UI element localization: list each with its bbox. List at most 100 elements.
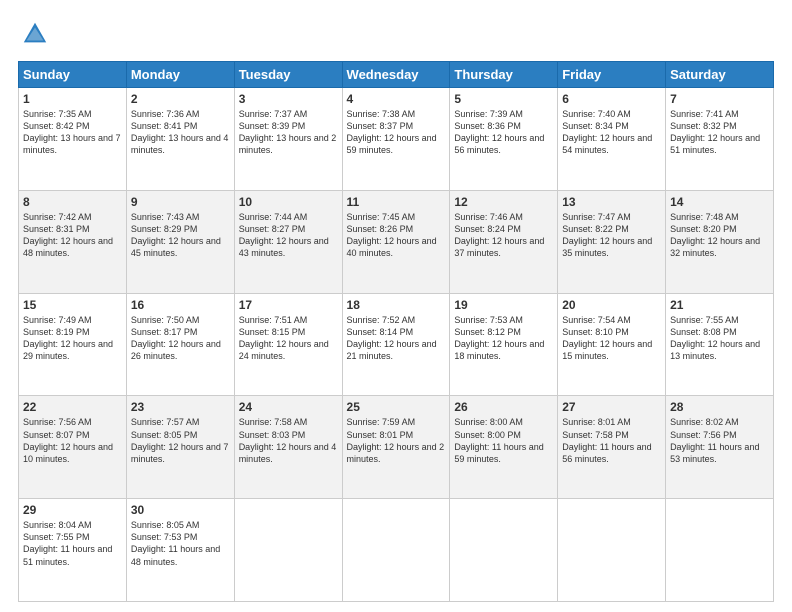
- calendar-cell: 7 Sunrise: 7:41 AM Sunset: 8:32 PM Dayli…: [666, 88, 774, 191]
- day-number: 4: [347, 92, 446, 106]
- calendar-cell: 5 Sunrise: 7:39 AM Sunset: 8:36 PM Dayli…: [450, 88, 558, 191]
- day-info: Sunrise: 7:42 AM Sunset: 8:31 PM Dayligh…: [23, 211, 122, 260]
- calendar-cell: 15 Sunrise: 7:49 AM Sunset: 8:19 PM Dayl…: [19, 293, 127, 396]
- calendar-cell: 30 Sunrise: 8:05 AM Sunset: 7:53 PM Dayl…: [126, 499, 234, 602]
- col-wednesday: Wednesday: [342, 62, 450, 88]
- day-info: Sunrise: 7:57 AM Sunset: 8:05 PM Dayligh…: [131, 416, 230, 465]
- calendar-cell: 14 Sunrise: 7:48 AM Sunset: 8:20 PM Dayl…: [666, 190, 774, 293]
- day-number: 30: [131, 503, 230, 517]
- col-friday: Friday: [558, 62, 666, 88]
- col-thursday: Thursday: [450, 62, 558, 88]
- calendar-cell: 2 Sunrise: 7:36 AM Sunset: 8:41 PM Dayli…: [126, 88, 234, 191]
- day-number: 7: [670, 92, 769, 106]
- day-number: 2: [131, 92, 230, 106]
- day-number: 21: [670, 298, 769, 312]
- day-number: 18: [347, 298, 446, 312]
- day-number: 9: [131, 195, 230, 209]
- day-info: Sunrise: 7:38 AM Sunset: 8:37 PM Dayligh…: [347, 108, 446, 157]
- calendar-cell: 27 Sunrise: 8:01 AM Sunset: 7:58 PM Dayl…: [558, 396, 666, 499]
- header: [18, 16, 774, 53]
- calendar-header-row: Sunday Monday Tuesday Wednesday Thursday…: [19, 62, 774, 88]
- calendar-cell: 1 Sunrise: 7:35 AM Sunset: 8:42 PM Dayli…: [19, 88, 127, 191]
- day-info: Sunrise: 7:47 AM Sunset: 8:22 PM Dayligh…: [562, 211, 661, 260]
- day-info: Sunrise: 7:52 AM Sunset: 8:14 PM Dayligh…: [347, 314, 446, 363]
- col-monday: Monday: [126, 62, 234, 88]
- day-info: Sunrise: 8:01 AM Sunset: 7:58 PM Dayligh…: [562, 416, 661, 465]
- day-number: 22: [23, 400, 122, 414]
- day-info: Sunrise: 7:49 AM Sunset: 8:19 PM Dayligh…: [23, 314, 122, 363]
- day-info: Sunrise: 7:58 AM Sunset: 8:03 PM Dayligh…: [239, 416, 338, 465]
- calendar-cell: [666, 499, 774, 602]
- calendar-cell: 24 Sunrise: 7:58 AM Sunset: 8:03 PM Dayl…: [234, 396, 342, 499]
- calendar-week-row: 8 Sunrise: 7:42 AM Sunset: 8:31 PM Dayli…: [19, 190, 774, 293]
- day-number: 15: [23, 298, 122, 312]
- day-number: 14: [670, 195, 769, 209]
- day-number: 20: [562, 298, 661, 312]
- day-info: Sunrise: 7:37 AM Sunset: 8:39 PM Dayligh…: [239, 108, 338, 157]
- day-number: 1: [23, 92, 122, 106]
- day-info: Sunrise: 7:43 AM Sunset: 8:29 PM Dayligh…: [131, 211, 230, 260]
- calendar-week-row: 15 Sunrise: 7:49 AM Sunset: 8:19 PM Dayl…: [19, 293, 774, 396]
- day-info: Sunrise: 7:54 AM Sunset: 8:10 PM Dayligh…: [562, 314, 661, 363]
- day-info: Sunrise: 7:36 AM Sunset: 8:41 PM Dayligh…: [131, 108, 230, 157]
- calendar-cell: 4 Sunrise: 7:38 AM Sunset: 8:37 PM Dayli…: [342, 88, 450, 191]
- day-number: 24: [239, 400, 338, 414]
- day-info: Sunrise: 7:48 AM Sunset: 8:20 PM Dayligh…: [670, 211, 769, 260]
- calendar-week-row: 1 Sunrise: 7:35 AM Sunset: 8:42 PM Dayli…: [19, 88, 774, 191]
- calendar-cell: 22 Sunrise: 7:56 AM Sunset: 8:07 PM Dayl…: [19, 396, 127, 499]
- logo-icon: [21, 20, 49, 48]
- day-info: Sunrise: 8:00 AM Sunset: 8:00 PM Dayligh…: [454, 416, 553, 465]
- day-info: Sunrise: 7:39 AM Sunset: 8:36 PM Dayligh…: [454, 108, 553, 157]
- calendar-cell: [450, 499, 558, 602]
- calendar-cell: 20 Sunrise: 7:54 AM Sunset: 8:10 PM Dayl…: [558, 293, 666, 396]
- day-number: 13: [562, 195, 661, 209]
- calendar-cell: 21 Sunrise: 7:55 AM Sunset: 8:08 PM Dayl…: [666, 293, 774, 396]
- day-info: Sunrise: 7:35 AM Sunset: 8:42 PM Dayligh…: [23, 108, 122, 157]
- calendar-cell: 28 Sunrise: 8:02 AM Sunset: 7:56 PM Dayl…: [666, 396, 774, 499]
- day-number: 10: [239, 195, 338, 209]
- day-number: 8: [23, 195, 122, 209]
- calendar-cell: 6 Sunrise: 7:40 AM Sunset: 8:34 PM Dayli…: [558, 88, 666, 191]
- calendar-cell: 17 Sunrise: 7:51 AM Sunset: 8:15 PM Dayl…: [234, 293, 342, 396]
- calendar-cell: 26 Sunrise: 8:00 AM Sunset: 8:00 PM Dayl…: [450, 396, 558, 499]
- day-number: 16: [131, 298, 230, 312]
- day-number: 5: [454, 92, 553, 106]
- day-info: Sunrise: 8:02 AM Sunset: 7:56 PM Dayligh…: [670, 416, 769, 465]
- col-saturday: Saturday: [666, 62, 774, 88]
- calendar-cell: 13 Sunrise: 7:47 AM Sunset: 8:22 PM Dayl…: [558, 190, 666, 293]
- day-info: Sunrise: 7:56 AM Sunset: 8:07 PM Dayligh…: [23, 416, 122, 465]
- day-number: 17: [239, 298, 338, 312]
- day-info: Sunrise: 7:45 AM Sunset: 8:26 PM Dayligh…: [347, 211, 446, 260]
- day-number: 3: [239, 92, 338, 106]
- day-info: Sunrise: 7:40 AM Sunset: 8:34 PM Dayligh…: [562, 108, 661, 157]
- calendar-week-row: 29 Sunrise: 8:04 AM Sunset: 7:55 PM Dayl…: [19, 499, 774, 602]
- day-info: Sunrise: 8:05 AM Sunset: 7:53 PM Dayligh…: [131, 519, 230, 568]
- calendar-cell: 3 Sunrise: 7:37 AM Sunset: 8:39 PM Dayli…: [234, 88, 342, 191]
- calendar-cell: 8 Sunrise: 7:42 AM Sunset: 8:31 PM Dayli…: [19, 190, 127, 293]
- day-info: Sunrise: 7:41 AM Sunset: 8:32 PM Dayligh…: [670, 108, 769, 157]
- calendar-cell: 10 Sunrise: 7:44 AM Sunset: 8:27 PM Dayl…: [234, 190, 342, 293]
- calendar-cell: 19 Sunrise: 7:53 AM Sunset: 8:12 PM Dayl…: [450, 293, 558, 396]
- day-info: Sunrise: 7:51 AM Sunset: 8:15 PM Dayligh…: [239, 314, 338, 363]
- calendar-table: Sunday Monday Tuesday Wednesday Thursday…: [18, 61, 774, 602]
- col-sunday: Sunday: [19, 62, 127, 88]
- day-info: Sunrise: 7:55 AM Sunset: 8:08 PM Dayligh…: [670, 314, 769, 363]
- day-number: 29: [23, 503, 122, 517]
- calendar-cell: 12 Sunrise: 7:46 AM Sunset: 8:24 PM Dayl…: [450, 190, 558, 293]
- day-info: Sunrise: 7:46 AM Sunset: 8:24 PM Dayligh…: [454, 211, 553, 260]
- day-info: Sunrise: 7:44 AM Sunset: 8:27 PM Dayligh…: [239, 211, 338, 260]
- day-number: 12: [454, 195, 553, 209]
- calendar-cell: [342, 499, 450, 602]
- day-number: 11: [347, 195, 446, 209]
- calendar-cell: 18 Sunrise: 7:52 AM Sunset: 8:14 PM Dayl…: [342, 293, 450, 396]
- calendar-cell: 16 Sunrise: 7:50 AM Sunset: 8:17 PM Dayl…: [126, 293, 234, 396]
- day-number: 25: [347, 400, 446, 414]
- page: Sunday Monday Tuesday Wednesday Thursday…: [0, 0, 792, 612]
- day-info: Sunrise: 7:59 AM Sunset: 8:01 PM Dayligh…: [347, 416, 446, 465]
- day-number: 23: [131, 400, 230, 414]
- day-info: Sunrise: 8:04 AM Sunset: 7:55 PM Dayligh…: [23, 519, 122, 568]
- day-number: 28: [670, 400, 769, 414]
- calendar-cell: 25 Sunrise: 7:59 AM Sunset: 8:01 PM Dayl…: [342, 396, 450, 499]
- day-number: 19: [454, 298, 553, 312]
- day-number: 27: [562, 400, 661, 414]
